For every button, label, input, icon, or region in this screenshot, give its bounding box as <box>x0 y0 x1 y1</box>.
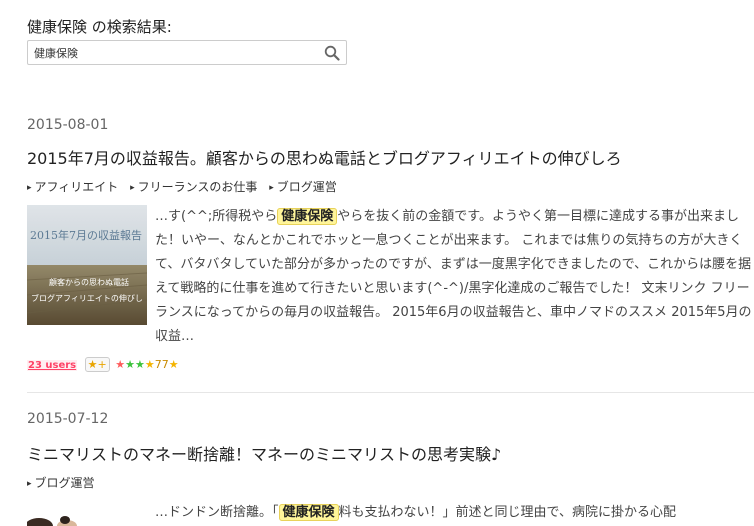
post-excerpt: …ドンドン断捨離。「 健康保険 料も支払わない！」前述と同じ理由で、病院に掛かる心配 <box>155 501 754 525</box>
thumbnail-subtitle-1: 顧客からの思わぬ電話 <box>49 278 129 287</box>
hatena-bookmark-bar: 23 users ★+ ★★★★77★ <box>27 357 179 372</box>
yellow-star-icon[interactable]: ★ <box>145 358 155 371</box>
post-title-link[interactable]: 2015年7月の収益報告。顧客からの思わぬ電話とブログアフィリエイトの伸びしろ <box>27 145 754 169</box>
category-link[interactable]: アフィリエイト <box>27 178 119 195</box>
yellow-star-icon[interactable]: ★ <box>169 358 179 371</box>
excerpt-after: 料も支払わない！」前述と同じ理由で、病院に掛かる心配 <box>338 505 677 520</box>
excerpt-after: やらを抜く前の金額です。ようやく第一目標に達成する事が出来ました！いやー、なんと… <box>155 209 752 344</box>
post-title-link[interactable]: ミニマリストのマネー断捨離！マネーのミニマリストの思考実験♪ <box>27 441 754 465</box>
post-categories: ブログ運営 <box>27 474 754 491</box>
excerpt-before: …す(^^;所得税やら <box>155 209 278 224</box>
search-highlight: 健康保険 <box>277 208 338 225</box>
category-link[interactable]: フリーランスのお仕事 <box>130 178 258 195</box>
add-star-button[interactable]: ★+ <box>84 357 110 372</box>
search-icon[interactable] <box>324 45 340 61</box>
post-1: 2015-08-01 2015年7月の収益報告。顧客からの思わぬ電話とブログアフ… <box>27 117 754 195</box>
post-date: 2015-08-01 <box>27 117 109 133</box>
thumbnail-subtitle-2: ブログアフィリエイトの伸びし <box>31 294 143 303</box>
search-highlight: 健康保険 <box>278 504 339 521</box>
star-count[interactable]: 77 <box>155 358 169 371</box>
thumbnail-image <box>27 500 147 526</box>
search-input[interactable] <box>34 45 314 61</box>
search-box <box>27 40 347 65</box>
thumbnail-image <box>27 205 147 325</box>
search-results-heading: 健康保険 の検索結果: <box>27 18 172 36</box>
green-star-icon[interactable]: ★★ <box>125 358 145 371</box>
post-1-body: 2015年7月の収益報告 顧客からの思わぬ電話 ブログアフィリエイトの伸びし …… <box>27 205 754 344</box>
post-categories: アフィリエイト フリーランスのお仕事 ブログ運営 <box>27 178 754 195</box>
post-2: 2015-07-12 ミニマリストのマネー断捨離！マネーのミニマリストの思考実験… <box>27 411 754 491</box>
category-link[interactable]: ブログ運営 <box>27 474 95 491</box>
star-list: ★★★★77★ <box>115 358 178 371</box>
post-thumbnail[interactable]: 2015年7月の収益報告 顧客からの思わぬ電話 ブログアフィリエイトの伸びし <box>27 205 147 325</box>
red-star-icon[interactable]: ★ <box>115 358 125 371</box>
post-date: 2015-07-12 <box>27 411 109 427</box>
bookmark-users-link[interactable]: 23 users <box>27 360 78 371</box>
post-excerpt: …す(^^;所得税やら 健康保険 やらを抜く前の金額です。ようやく第一目標に達成する… <box>155 205 754 349</box>
excerpt-before: …ドンドン断捨離。「 <box>155 505 279 520</box>
post-2-body: …ドンドン断捨離。「 健康保険 料も支払わない！」前述と同じ理由で、病院に掛かる心配 <box>27 500 754 526</box>
post-divider <box>27 392 754 393</box>
thumbnail-title: 2015年7月の収益報告 <box>30 229 142 242</box>
category-link[interactable]: ブログ運営 <box>269 178 337 195</box>
post-thumbnail[interactable] <box>27 500 147 526</box>
